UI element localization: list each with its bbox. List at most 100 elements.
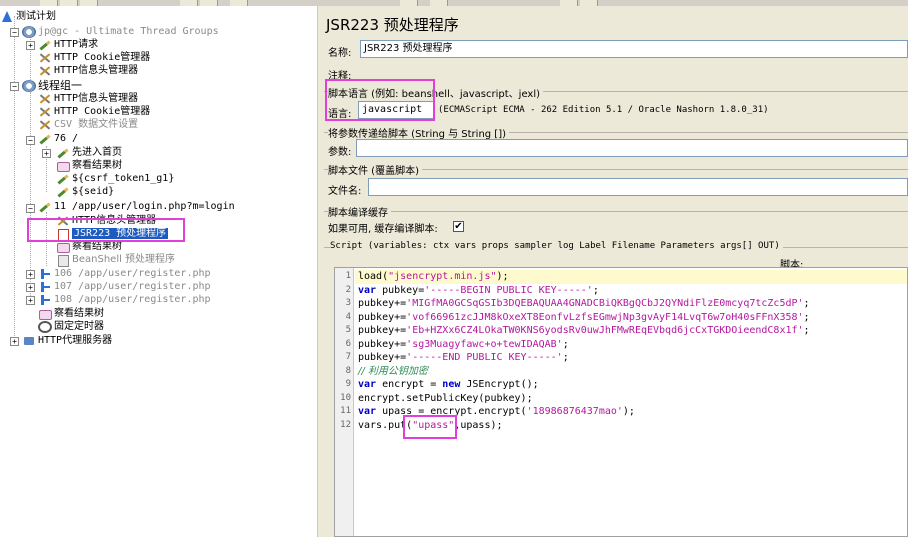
tree-node-sampler-108[interactable]: 108 /app/user/register.php: [38, 293, 211, 307]
tree-node-constant-timer[interactable]: 固定定时器: [38, 320, 104, 334]
listener-icon: [56, 160, 70, 172]
code-token: JSEncrypt();: [460, 379, 539, 390]
name-field[interactable]: JSR223 预处理程序: [360, 40, 908, 58]
parameters-label: 参数:: [328, 147, 352, 158]
line-number: 2: [345, 284, 351, 295]
line-number: 7: [345, 352, 351, 362]
sampler-icon: [38, 133, 52, 145]
tree-node-sampler-106[interactable]: 106 /app/user/register.php: [38, 267, 211, 281]
cache-group: [324, 211, 908, 212]
code-string: '18986876437mao': [526, 406, 623, 417]
thread-group-icon: [22, 80, 36, 92]
highlight-box: [403, 415, 457, 439]
code-token: ,upass);: [454, 419, 503, 431]
tree-node-sampler-107[interactable]: 107 /app/user/register.php: [38, 280, 211, 294]
tree-node-header-manager[interactable]: HTTP信息头管理器: [38, 64, 138, 78]
expand-toggle[interactable]: +: [42, 149, 51, 158]
code-line: load("jsencrypt.min.js");: [358, 270, 509, 284]
config-element-icon: [38, 52, 52, 64]
line-number: 10: [340, 392, 351, 403]
tree-node-cookie-manager[interactable]: HTTP Cookie管理器: [38, 105, 150, 119]
expand-toggle[interactable]: +: [26, 41, 35, 50]
expand-toggle[interactable]: +: [26, 270, 35, 279]
code-line: var upass = encrypt.encrypt('18986876437…: [358, 405, 635, 419]
collapse-toggle[interactable]: −: [26, 136, 35, 145]
tree-node-beanshell-preprocessor[interactable]: BeanShell 预处理程序: [56, 253, 175, 267]
script-file-group-title: 脚本文件 (覆盖脚本): [328, 162, 422, 177]
tree-node-thread-group[interactable]: jp@gc - Ultimate Thread Groups: [22, 25, 219, 39]
code-token: pubkey+=: [358, 338, 407, 350]
tree-node-results-tree[interactable]: 察看结果树: [38, 307, 104, 321]
code-keyword: var: [358, 284, 377, 296]
tree-node-results-tree[interactable]: 察看结果树: [56, 159, 122, 173]
code-line: pubkey+='sg3Muagyfawc+o+tewIDAQAB';: [358, 338, 569, 352]
code-line: pubkey+='-----END PUBLIC KEY-----';: [358, 351, 569, 365]
tree-node-cookie-manager[interactable]: HTTP Cookie管理器: [38, 51, 150, 65]
code-string: 'Eb+HZXx6CZ4LOkaTW0KNS6yodsRv0uwJhFMwREq…: [406, 325, 804, 336]
post-processor-icon: [56, 173, 70, 185]
collapse-toggle[interactable]: −: [26, 204, 35, 213]
timer-icon: [38, 321, 52, 333]
code-token: ;: [562, 338, 569, 350]
code-keyword: var: [358, 379, 377, 390]
collapse-toggle[interactable]: −: [10, 82, 19, 91]
code-string: 'MIGfMA0GCSqGSIb3DQEBAQUAA4GNADCBiQKBgQC…: [406, 298, 804, 309]
tree-node-results-tree[interactable]: 察看结果树: [56, 240, 122, 254]
code-token: ;: [803, 325, 810, 336]
cache-label: 如果可用, 缓存编译脚本:: [328, 224, 438, 235]
sampler-icon: [38, 39, 52, 51]
line-number: 4: [345, 311, 351, 322]
config-element-icon: [38, 65, 52, 77]
tree-node-sampler-11[interactable]: 11 /app/user/login.php?m=login: [38, 200, 235, 214]
code-line: pubkey+='Eb+HZXx6CZ4LOkaTW0KNS6yodsRv0uw…: [358, 324, 810, 338]
line-number: 8: [345, 365, 351, 376]
code-string: '-----END PUBLIC KEY-----': [406, 352, 563, 363]
tree-node-header-manager[interactable]: HTTP信息头管理器: [38, 92, 138, 106]
expand-toggle[interactable]: +: [26, 296, 35, 305]
parameters-field[interactable]: [356, 139, 908, 157]
code-token: pubkey+=: [358, 325, 407, 336]
code-line: var encrypt = new JSEncrypt();: [358, 378, 539, 392]
tree-connector: [14, 16, 15, 336]
test-plan-icon: [0, 11, 14, 23]
cache-checkbox[interactable]: ✔: [453, 221, 464, 232]
tree-node-seid-extractor[interactable]: ${seid}: [56, 185, 114, 199]
config-element-icon: [38, 106, 52, 118]
script-group-title: Script (variables: ctx vars props sample…: [330, 241, 783, 251]
config-element-icon: [38, 119, 52, 131]
collapse-toggle[interactable]: −: [10, 28, 19, 37]
cache-group-title: 脚本编译缓存: [328, 204, 391, 219]
code-token: ;: [803, 311, 810, 323]
config-element-icon: [38, 93, 52, 105]
line-number: 9: [345, 379, 351, 389]
tree-node-sampler-76[interactable]: 76 /: [38, 132, 78, 146]
sampler-icon: [38, 201, 52, 213]
tree-node-csv-data-set[interactable]: CSV 数据文件设置: [38, 118, 138, 132]
code-line: encrypt.setPublicKey(pubkey);: [358, 392, 533, 404]
expand-toggle[interactable]: +: [10, 337, 19, 346]
thread-group-icon: [22, 26, 36, 38]
filename-field[interactable]: [368, 178, 908, 196]
tree-node-http-request[interactable]: HTTP请求: [38, 38, 98, 52]
proxy-icon: [22, 335, 36, 347]
tree-node-proxy-server[interactable]: HTTP代理服务器: [22, 334, 112, 348]
expand-toggle[interactable]: +: [26, 283, 35, 292]
code-token: ;: [592, 284, 599, 296]
highlight-box: [27, 218, 185, 242]
code-token: pubkey+=: [358, 311, 407, 323]
post-processor-icon: [56, 186, 70, 198]
code-token: ;: [803, 298, 810, 309]
listener-icon: [38, 308, 52, 320]
line-number: 3: [345, 298, 351, 308]
line-number: 5: [345, 325, 351, 335]
tree-node-first-page[interactable]: 先进入首页: [56, 146, 122, 160]
code-token: ;: [562, 352, 569, 363]
tree-node-csrf-extractor[interactable]: ${csrf_token1_g1}: [56, 172, 174, 186]
code-string: 'sg3Muagyfawc+o+tewIDAQAB': [406, 338, 563, 350]
filename-label: 文件名:: [328, 186, 362, 197]
script-editor[interactable]: 1 2 3 4 5 6 7 8 9 10 11 12 load("jsencry…: [334, 267, 908, 537]
line-number: 6: [345, 338, 351, 349]
code-token: pubkey=: [376, 284, 425, 296]
tree-node-test-plan[interactable]: 测试计划: [0, 10, 56, 24]
tree-node-thread-group-one[interactable]: 线程组一: [22, 79, 82, 93]
